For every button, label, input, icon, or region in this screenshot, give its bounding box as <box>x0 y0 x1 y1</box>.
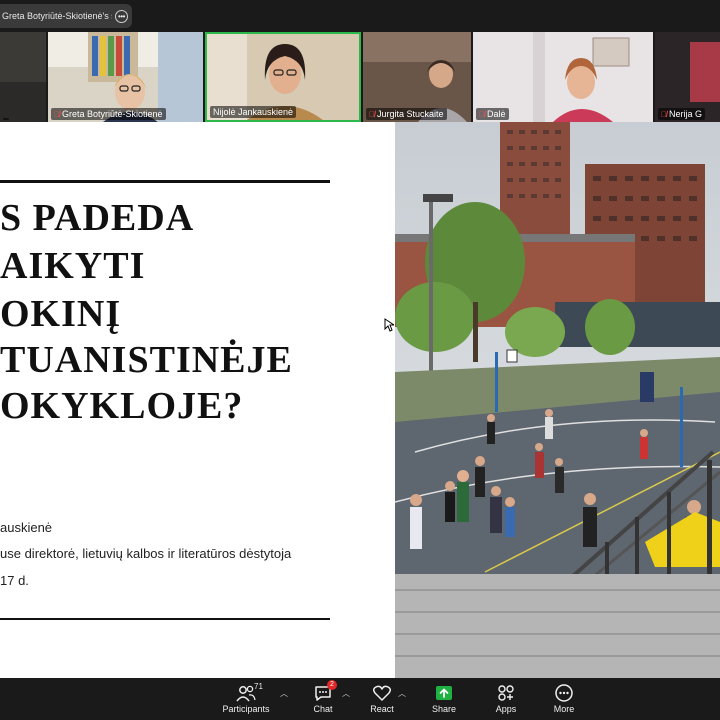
more-options-icon <box>555 684 573 702</box>
share-screen-icon <box>436 686 452 700</box>
presenter-name: auskienė <box>0 520 53 535</box>
participant-video <box>0 32 46 122</box>
participant-tile[interactable]: 🎙̸ Jurgita Stuckaite <box>363 32 471 122</box>
meeting-toolbar: 71 Participants ︿ 2 Chat ︿ React ︿ Share… <box>0 678 720 720</box>
participant-name <box>3 118 9 120</box>
slide-title-line: OKINĮ <box>0 293 122 335</box>
react-label: React <box>370 704 394 714</box>
slide-title-line: AIKYTI <box>0 245 146 287</box>
participant-strip: 🎙̸ Greta Botyriūtė-Skiotienė Nijolė Jank… <box>0 32 720 122</box>
more-label: More <box>553 704 575 714</box>
participants-options-caret-icon[interactable]: ︿ <box>280 688 288 699</box>
mic-muted-icon: 🎙̸ <box>369 109 375 119</box>
slide-title-line: OKYKLOJE? <box>0 385 244 427</box>
presentation-date: 17 d. <box>0 573 29 588</box>
mic-muted-icon: 🎙̸ <box>54 109 60 119</box>
slide-bottom-rule <box>0 618 330 620</box>
participants-label: Participants <box>222 704 270 714</box>
participants-icon <box>236 685 256 702</box>
slide-title-line: S PADEDA <box>0 197 195 239</box>
chat-options-caret-icon[interactable]: ︿ <box>342 688 350 699</box>
participant-tile[interactable]: 🎙̸ Dalė <box>473 32 653 122</box>
slide-title-line: TUANISTINĖJE <box>0 339 293 381</box>
participant-name: 🎙̸ Greta Botyriūtė-Skiotienė <box>51 108 166 120</box>
slide-top-rule <box>0 180 330 183</box>
participant-tile[interactable] <box>0 32 46 122</box>
apps-button[interactable]: Apps <box>476 682 536 718</box>
shared-slide: S PADEDA AIKYTI OKINĮ TUANISTINĖJE OKYKL… <box>0 122 720 678</box>
react-options-caret-icon[interactable]: ︿ <box>398 688 406 699</box>
presenter-role: use direktorė, lietuvių kalbos ir litera… <box>0 546 292 561</box>
participant-name: 🎙̸ Jurgita Stuckaite <box>366 108 447 120</box>
apps-label: Apps <box>495 704 517 714</box>
chat-label: Chat <box>313 704 333 714</box>
participant-name: Nijolė Jankauskienė <box>210 106 297 118</box>
participants-button[interactable]: 71 Participants <box>216 682 276 718</box>
screen-share-label: Greta Botyriūtė-Skiotienė's scree <box>2 11 112 21</box>
share-label: Share <box>431 704 457 714</box>
participant-name: 🎙̸ Nerija G <box>658 108 706 120</box>
screen-share-indicator[interactable]: Greta Botyriūtė-Skiotienė's scree ••• <box>0 4 132 28</box>
participant-tile[interactable]: 🎙̸ Greta Botyriūtė-Skiotienė <box>48 32 203 122</box>
mouse-cursor-icon <box>384 318 394 332</box>
more-button[interactable]: More <box>534 682 594 718</box>
share-button[interactable]: Share <box>414 682 474 718</box>
ellipsis-icon[interactable]: ••• <box>115 9 128 23</box>
participant-name: 🎙̸ Dalė <box>476 108 509 120</box>
apps-icon <box>498 685 514 701</box>
mic-muted-icon: 🎙̸ <box>479 109 485 119</box>
participant-tile[interactable]: 🎙̸ Nerija G <box>655 32 720 122</box>
participants-count: 71 <box>254 682 263 691</box>
participant-tile-active-speaker[interactable]: Nijolė Jankauskienė <box>205 32 361 122</box>
heart-icon <box>372 685 392 701</box>
chat-unread-badge: 2 <box>327 680 337 690</box>
mic-muted-icon: 🎙̸ <box>661 109 667 119</box>
schoolyard-photo <box>395 122 720 678</box>
